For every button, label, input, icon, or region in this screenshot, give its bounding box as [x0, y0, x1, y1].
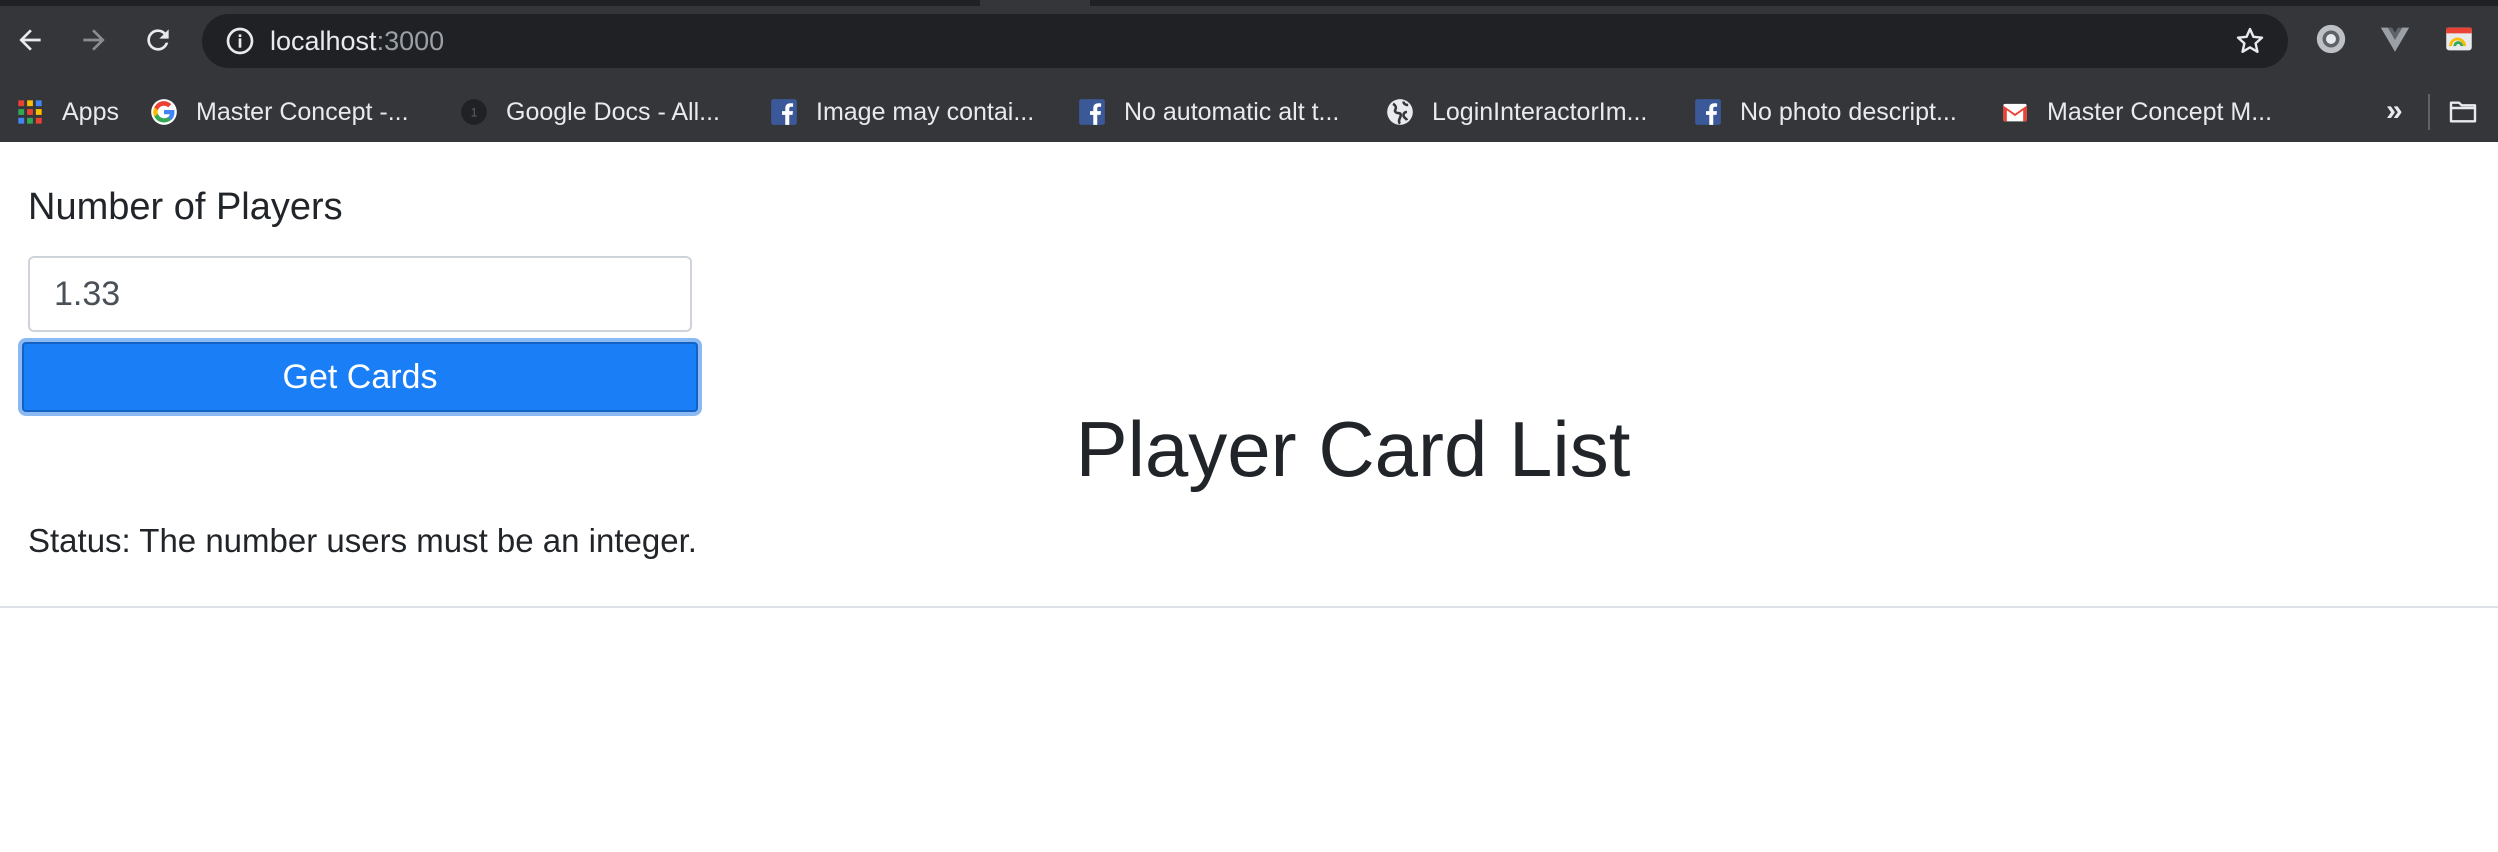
folder-icon[interactable] — [2446, 96, 2480, 128]
bookmark-label: No automatic alt t... — [1124, 97, 1340, 126]
bookmark-label: Apps — [62, 97, 119, 126]
page-title: Player Card List — [1075, 405, 1631, 493]
players-input[interactable] — [28, 256, 692, 332]
bookmark-login-interactor[interactable]: LoginInteractorIm... — [1386, 82, 1647, 142]
bookmark-image-may-contain[interactable]: Image may contai... — [770, 82, 1034, 142]
info-icon[interactable] — [224, 25, 256, 57]
browser-toolbar: localhost:3000 — [0, 0, 2498, 82]
bookmarks-bar: Apps Master Concept -... 1 Google Docs -… — [0, 82, 2498, 142]
bookmark-star-icon[interactable] — [2234, 25, 2266, 57]
extension-circle-icon[interactable] — [2314, 22, 2348, 56]
url-port: :3000 — [376, 26, 445, 56]
docs-dark-icon: 1 — [460, 98, 488, 126]
bookmark-label: Google Docs - All... — [506, 97, 720, 126]
bookmark-no-automatic-alt[interactable]: No automatic alt t... — [1078, 82, 1339, 142]
google-icon — [150, 98, 178, 126]
bookmark-label: No photo descript... — [1740, 97, 1957, 126]
address-bar[interactable]: localhost:3000 — [202, 14, 2288, 68]
bookmarks-divider — [2428, 94, 2430, 130]
globe-icon — [1386, 98, 1414, 126]
facebook-icon — [1694, 98, 1722, 126]
bookmark-label: Image may contai... — [816, 97, 1035, 126]
bookmark-label: Master Concept M... — [2047, 97, 2273, 126]
forward-arrow-icon — [83, 29, 105, 51]
bookmark-label: LoginInteractorIm... — [1432, 97, 1648, 126]
bookmark-no-photo-description[interactable]: No photo descript... — [1694, 82, 1957, 142]
reload-button[interactable] — [136, 18, 180, 62]
facebook-icon — [770, 98, 798, 126]
bookmark-master-concept[interactable]: Master Concept -... — [150, 82, 409, 142]
page-content: Number of Players Get Cards Player Card … — [0, 142, 2498, 852]
status-message: Status: The number users must be an inte… — [28, 522, 697, 559]
active-tab[interactable] — [980, 0, 1090, 6]
bookmark-apps[interactable]: Apps — [16, 82, 119, 142]
url-host: localhost — [270, 26, 377, 56]
bookmark-google-docs[interactable]: 1 Google Docs - All... — [460, 82, 720, 142]
bookmark-master-concept-mail[interactable]: Master Concept M... — [2001, 82, 2272, 142]
reload-icon — [147, 29, 169, 51]
apps-grid-icon — [16, 98, 44, 126]
facebook-icon — [1078, 98, 1106, 126]
bookmark-label: Master Concept -... — [196, 97, 409, 126]
vue-devtools-icon[interactable] — [2378, 22, 2412, 56]
svg-text:1: 1 — [471, 107, 477, 120]
get-cards-button[interactable]: Get Cards — [22, 342, 698, 412]
back-arrow-icon — [19, 29, 41, 51]
more-bookmarks-button[interactable]: » — [2386, 82, 2403, 142]
divider — [0, 606, 2498, 608]
back-button[interactable] — [8, 18, 52, 62]
url-text: localhost:3000 — [270, 14, 444, 68]
cast-extension-icon[interactable] — [2442, 22, 2476, 56]
tab-strip — [0, 0, 2498, 6]
gmail-icon — [2001, 98, 2029, 126]
players-label: Number of Players — [28, 186, 343, 228]
forward-button[interactable] — [72, 18, 116, 62]
